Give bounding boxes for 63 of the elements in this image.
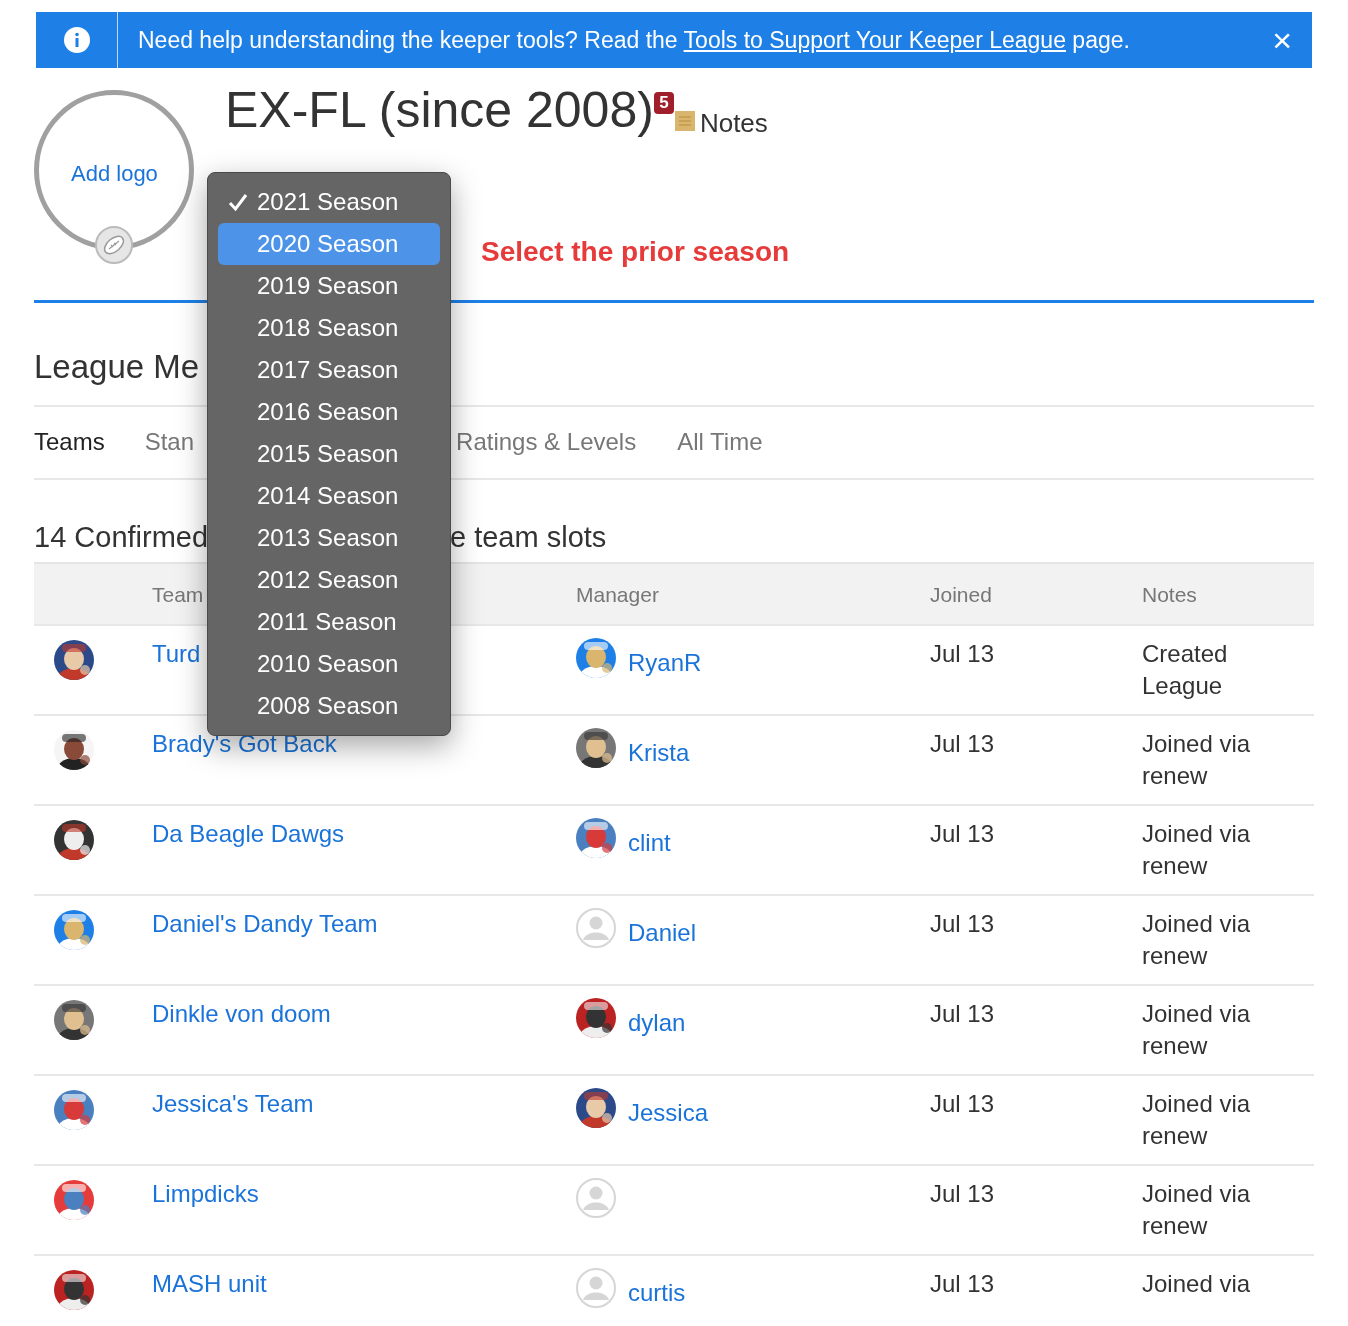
column-header: Joined — [930, 582, 992, 606]
season-option[interactable]: 2008 Season — [218, 685, 440, 727]
tools-link[interactable]: Tools to Support Your Keeper League — [683, 26, 1066, 53]
manager-link[interactable]: Krista — [628, 736, 690, 768]
column-header: Team — [152, 582, 204, 606]
column-header: Manager — [576, 582, 659, 606]
season-option[interactable]: 2021 Season — [218, 181, 440, 223]
season-option[interactable]: 2013 Season — [218, 517, 440, 559]
league-title: EX-FL (since 2008) — [225, 81, 654, 140]
team-link[interactable]: Da Beagle Dawgs — [152, 818, 576, 850]
summary-text: e team slots — [450, 519, 607, 555]
manager-link[interactable]: Jessica — [628, 1096, 709, 1128]
season-option[interactable]: 2014 Season — [218, 475, 440, 517]
manager-link[interactable]: curtis — [628, 1276, 686, 1308]
notes-text: Created League — [1142, 639, 1229, 701]
notes-text: Joined via — [1142, 1269, 1252, 1300]
notes-text: Joined via renew — [1142, 1179, 1252, 1241]
notes-text: Joined via renew — [1142, 909, 1252, 971]
manager-link[interactable]: dylan — [628, 1006, 686, 1038]
notes-text: Joined via renew — [1142, 999, 1252, 1061]
joined-date: Jul 13 — [930, 819, 996, 850]
column-header: Notes — [1142, 582, 1197, 606]
help-message: Need help understanding the keeper tools? Read the Tools to Support Your Keeper League page. — [138, 25, 1131, 55]
team-link[interactable]: Jessica's Team — [152, 1088, 576, 1120]
tab[interactable]: Ratings & Levels — [456, 424, 637, 461]
season-option[interactable]: 2017 Season — [218, 349, 440, 391]
team-link[interactable]: Dinkle von doom — [152, 998, 576, 1030]
add-logo-link[interactable]: Add logo — [71, 157, 158, 190]
tab[interactable]: All Time — [677, 424, 763, 461]
tab[interactable]: Stan — [144, 424, 195, 461]
joined-date: Jul 13 — [930, 1269, 996, 1300]
joined-date: Jul 13 — [930, 1089, 996, 1120]
notes-link[interactable]: Notes — [699, 104, 768, 143]
season-option[interactable]: 2011 Season — [218, 601, 440, 643]
team-link[interactable]: Limpdicks — [152, 1178, 576, 1210]
season-option[interactable]: 2020 Season — [218, 223, 440, 265]
season-option[interactable]: 2018 Season — [218, 307, 440, 349]
checkmark-icon — [227, 192, 248, 212]
notes-text: Joined via renew — [1142, 1089, 1252, 1151]
team-link[interactable]: MASH unit — [152, 1268, 576, 1300]
joined-date: Jul 13 — [930, 729, 996, 760]
notepad-icon — [673, 110, 696, 132]
close-button[interactable]: × — [1272, 23, 1292, 57]
manager-link[interactable]: Daniel — [628, 916, 697, 948]
season-option[interactable]: 2019 Season — [218, 265, 440, 307]
notes-text: Joined via renew — [1142, 819, 1252, 881]
notes-text: Joined via renew — [1142, 729, 1252, 791]
summary-text: 14 Confirmed — [34, 520, 209, 553]
instruction-annotation: Select the prior season — [481, 235, 790, 269]
notes-count-badge: 5 — [653, 92, 674, 114]
manager-link[interactable]: clint — [628, 826, 671, 858]
joined-date: Jul 13 — [930, 1179, 996, 1210]
team-link[interactable]: Daniel's Dandy Team — [152, 908, 576, 940]
season-option[interactable]: 2015 Season — [218, 433, 440, 475]
season-option[interactable]: 2012 Season — [218, 559, 440, 601]
tab[interactable]: Teams — [34, 424, 105, 461]
joined-date: Jul 13 — [930, 639, 996, 670]
joined-date: Jul 13 — [930, 999, 996, 1030]
info-icon — [63, 27, 90, 53]
football-icon — [95, 226, 133, 264]
season-option[interactable]: 2010 Season — [218, 643, 440, 685]
joined-date: Jul 13 — [930, 909, 996, 940]
manager-link[interactable]: RyanR — [628, 646, 702, 678]
